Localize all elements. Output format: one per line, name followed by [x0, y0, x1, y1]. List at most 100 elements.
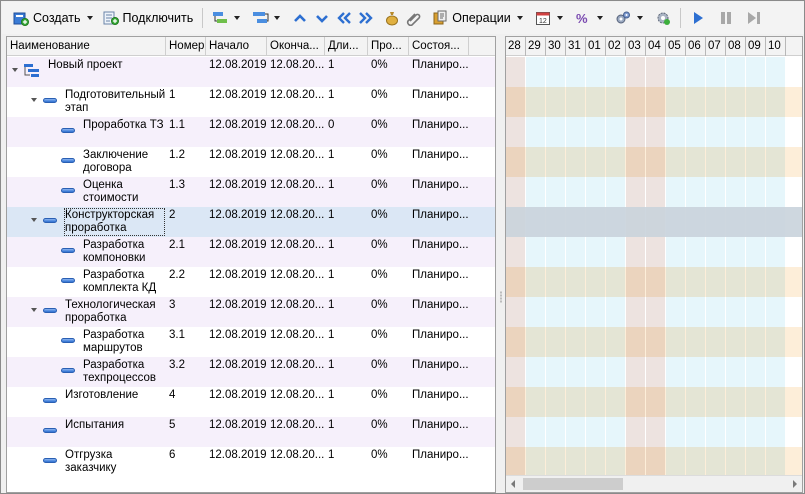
- operations-button[interactable]: Операции: [429, 6, 513, 30]
- task-start: 12.08.2019: [209, 449, 267, 461]
- task-name-cell[interactable]: Отгрузка заказчику: [7, 447, 166, 477]
- task-name-cell[interactable]: Разработка компоновки: [7, 237, 166, 267]
- connect-button[interactable]: Подключить: [100, 6, 197, 30]
- task-name: Разработка комплекта КД: [83, 269, 157, 294]
- task-name-cell[interactable]: Разработка комплекта КД: [7, 267, 166, 297]
- task-state: Планиро...: [412, 299, 469, 311]
- money-bag-icon: [384, 10, 400, 26]
- gantt-row-band: [506, 447, 802, 477]
- task-number: 1.1: [169, 119, 185, 131]
- indent-right-button[interactable]: [355, 6, 377, 30]
- table-row[interactable]: Оценка стоимости 1.3 12.08.2019 12.08.20...…: [7, 177, 495, 207]
- task-name-cell[interactable]: Оценка стоимости: [7, 177, 166, 207]
- skip-forward-button[interactable]: [743, 6, 765, 30]
- table-row[interactable]: Подготовительный этап 1 12.08.2019 12.08.20…: [7, 87, 495, 117]
- timescale-day: 10: [766, 37, 786, 56]
- gantt-body[interactable]: [506, 57, 802, 477]
- scroll-thumb[interactable]: [523, 478, 623, 490]
- column-header-progress[interactable]: Про...: [368, 37, 409, 56]
- pane-splitter[interactable]: [497, 36, 505, 493]
- table-row[interactable]: Технологическая проработка 3 12.08.2019 12.…: [7, 297, 495, 327]
- table-row[interactable]: Отгрузка заказчику 6 12.08.2019 12.08.20...…: [7, 447, 495, 477]
- table-row[interactable]: Испытания 5 12.08.2019 12.08.20... 1 0% Планир…: [7, 417, 495, 447]
- settings-button[interactable]: [612, 6, 634, 30]
- column-header-number[interactable]: Номер: [166, 37, 206, 56]
- task-name-cell[interactable]: Испытания: [7, 417, 166, 447]
- column-header-state[interactable]: Состоя...: [409, 37, 469, 56]
- task-end: 12.08.20...: [270, 179, 325, 191]
- task-name-cell[interactable]: Проработка ТЗ: [7, 117, 166, 147]
- task-state: Планиро...: [412, 389, 469, 401]
- calendar-dropdown-arrow[interactable]: [554, 6, 566, 30]
- gantt-selected-row[interactable]: [506, 207, 802, 237]
- task-name-cell[interactable]: Разработка маршрутов: [7, 327, 166, 357]
- indent-button[interactable]: [209, 6, 231, 30]
- column-header-end[interactable]: Оконча...: [267, 37, 325, 56]
- move-down-button[interactable]: [311, 6, 333, 30]
- percent-dropdown-arrow[interactable]: [594, 6, 606, 30]
- task-name: Разработка техпроцессов: [83, 359, 157, 384]
- table-row[interactable]: Заключение договора 1.2 12.08.2019 12.08.20…: [7, 147, 495, 177]
- indent-dropdown-arrow[interactable]: [231, 6, 243, 30]
- gears-icon: [615, 10, 631, 26]
- task-start: 12.08.2019: [209, 419, 267, 431]
- collapse-arrow-icon[interactable]: [31, 97, 38, 104]
- move-up-button[interactable]: [289, 6, 311, 30]
- task-name-cell[interactable]: Новый проект: [7, 57, 166, 87]
- task-name-cell[interactable]: Конструкторская проработка: [7, 207, 166, 237]
- table-row[interactable]: Разработка компоновки 2.1 12.08.2019 12.08.…: [7, 237, 495, 267]
- table-row[interactable]: Конструкторская проработка 2 12.08.2019 12.…: [7, 207, 495, 237]
- task-name-cell[interactable]: Изготовление: [7, 387, 166, 417]
- task-end: 12.08.20...: [270, 359, 325, 371]
- create-button[interactable]: Создать: [10, 6, 84, 30]
- scroll-left-icon[interactable]: [511, 480, 515, 488]
- task-name-cell[interactable]: Технологическая проработка: [7, 297, 166, 327]
- task-duration: 1: [328, 389, 335, 401]
- table-row[interactable]: Разработка маршрутов 3.1 12.08.2019 12.08.2…: [7, 327, 495, 357]
- percent-button[interactable]: %: [572, 6, 594, 30]
- task-bar-icon: [43, 308, 57, 313]
- task-name-cell[interactable]: Заключение договора: [7, 147, 166, 177]
- calendar-button[interactable]: 12: [532, 6, 554, 30]
- collapse-arrow-icon[interactable]: [12, 67, 19, 74]
- play-button[interactable]: [687, 6, 709, 30]
- task-state: Планиро...: [412, 119, 469, 131]
- connect-icon: [103, 10, 119, 26]
- operations-dropdown-arrow[interactable]: [514, 6, 526, 30]
- timescale-day: 06: [686, 37, 706, 56]
- task-end: 12.08.20...: [270, 119, 325, 131]
- task-start: 12.08.2019: [209, 239, 267, 251]
- timescale-day: 01: [586, 37, 606, 56]
- table-row[interactable]: Разработка техпроцессов 3.2 12.08.2019 12.0…: [7, 357, 495, 387]
- task-duration: 0: [328, 119, 335, 131]
- table-row[interactable]: Проработка ТЗ 1.1 12.08.2019 12.08.20... 0 0%…: [7, 117, 495, 147]
- collapse-arrow-icon[interactable]: [31, 217, 38, 224]
- outdent-button[interactable]: [333, 6, 355, 30]
- timescale-day: 08: [726, 37, 746, 56]
- table-row[interactable]: Новый проект 12.08.2019 12.08.20... 1 0% План…: [7, 57, 495, 87]
- link-tasks-dropdown-arrow[interactable]: [271, 6, 283, 30]
- settings-dropdown-arrow[interactable]: [634, 6, 646, 30]
- table-row[interactable]: Изготовление 4 12.08.2019 12.08.20... 1 0% Пла…: [7, 387, 495, 417]
- double-chevron-left-icon: [336, 10, 352, 26]
- column-header-duration[interactable]: Дли...: [325, 37, 368, 56]
- resources-button[interactable]: [381, 6, 403, 30]
- link-tasks-button[interactable]: [249, 6, 271, 30]
- attach-button[interactable]: [403, 6, 425, 30]
- column-header-start[interactable]: Начало: [206, 37, 267, 56]
- pause-button[interactable]: [715, 6, 737, 30]
- task-name: Изготовление: [65, 389, 139, 401]
- options-button[interactable]: [652, 6, 674, 30]
- timescale-day: 29: [526, 37, 546, 56]
- scroll-right-icon[interactable]: [793, 480, 797, 488]
- task-name-cell[interactable]: Подготовительный этап: [7, 87, 166, 117]
- task-state: Планиро...: [412, 269, 469, 281]
- task-bar-icon: [61, 188, 75, 193]
- table-row[interactable]: Разработка комплекта КД 2.2 12.08.2019 12.0…: [7, 267, 495, 297]
- task-name-cell[interactable]: Разработка техпроцессов: [7, 357, 166, 387]
- column-header-name[interactable]: Наименование: [7, 37, 166, 56]
- create-dropdown-arrow[interactable]: [84, 6, 96, 30]
- gantt-horizontal-scrollbar[interactable]: [506, 475, 802, 492]
- task-number: 5: [169, 419, 176, 431]
- collapse-arrow-icon[interactable]: [31, 307, 38, 314]
